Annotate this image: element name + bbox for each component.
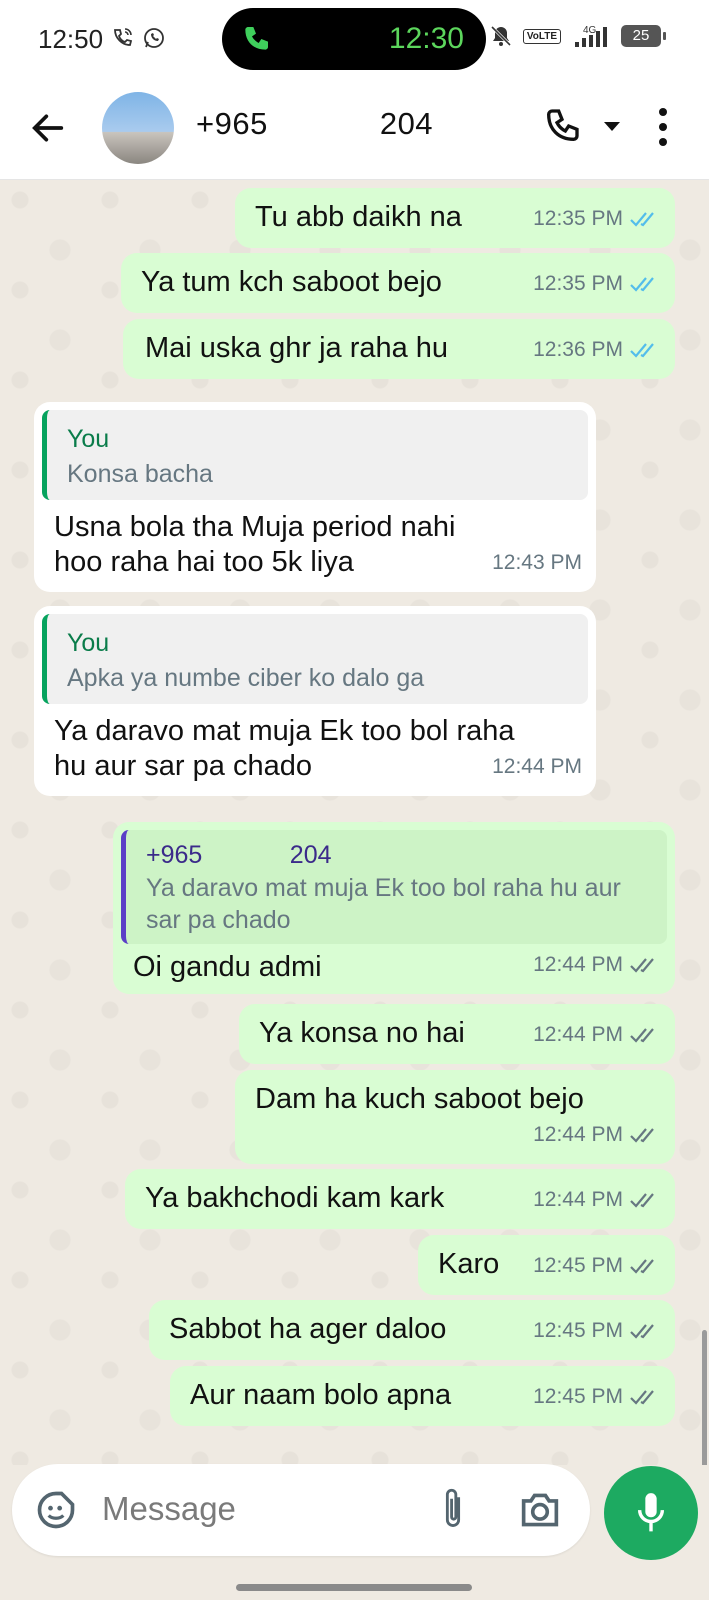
quoted-message[interactable]: +965 204 Ya daravo mat muja Ek too bol r… — [121, 830, 667, 944]
attach-icon[interactable] — [436, 1486, 470, 1534]
message-time: 12:45 PM — [533, 1254, 623, 1277]
scrollbar[interactable] — [702, 1330, 707, 1465]
battery-icon: 25 — [621, 25, 666, 47]
message-meta: 12:45 PM — [533, 1379, 661, 1414]
chat-area[interactable]: Tu abb daikh na 12:35 PM Ya tum kch sabo… — [0, 180, 709, 1465]
emoji-sticker-icon[interactable] — [34, 1488, 78, 1532]
message-bubble[interactable]: Dam ha kuch saboot bejo 12:44 PM — [235, 1070, 675, 1164]
message-meta: 12:35 PM — [533, 266, 661, 301]
message-bubble[interactable]: Ya bakhchodi kam kark 12:44 PM — [125, 1169, 675, 1229]
message-time: 12:45 PM — [533, 1319, 623, 1342]
status-bar: 12:50 12:30 VoLTE 4G 25 — [0, 0, 709, 78]
message-time: 12:43 PM — [492, 551, 582, 574]
voice-message-button[interactable] — [604, 1466, 698, 1560]
message-input[interactable]: Message — [102, 1490, 236, 1528]
network-type: 4G — [583, 25, 597, 36]
more-icon[interactable] — [656, 104, 670, 150]
message-meta: 12:43 PM — [492, 545, 582, 580]
phone-icon — [245, 27, 268, 50]
message-time: 12:44 PM — [533, 1123, 623, 1146]
delivered-ticks-icon — [630, 1192, 654, 1208]
message-meta: 12:44 PM — [533, 947, 661, 982]
message-meta: 12:45 PM — [533, 1313, 661, 1348]
message-meta: 12:44 PM — [492, 749, 582, 784]
message-bubble[interactable]: Ya tum kch saboot bejo 12:35 PM — [121, 253, 675, 313]
whatsapp-icon — [144, 28, 164, 48]
message-bubble[interactable]: Ya konsa no hai 12:44 PM — [239, 1004, 675, 1064]
back-arrow-icon[interactable] — [28, 108, 68, 148]
message-bubble[interactable]: Sabbot ha ager daloo 12:45 PM — [149, 1300, 675, 1360]
call-duration: 12:30 — [388, 22, 464, 55]
message-time: 12:35 PM — [533, 207, 623, 230]
quoted-sender: You — [67, 629, 110, 657]
message-meta: 12:45 PM — [533, 1248, 661, 1283]
quoted-message[interactable]: You Konsa bacha — [42, 410, 588, 500]
message-time: 12:44 PM — [492, 755, 582, 778]
delivered-ticks-icon — [630, 1127, 654, 1143]
message-meta: 12:44 PM — [533, 1182, 661, 1217]
home-indicator[interactable] — [236, 1584, 472, 1591]
ongoing-call-pill[interactable]: 12:30 — [222, 8, 486, 70]
quoted-text: Apka ya numbe ciber ko dalo ga — [67, 664, 425, 692]
quoted-sender: +965 204 — [146, 841, 332, 869]
quoted-message[interactable]: You Apka ya numbe ciber ko dalo ga — [42, 614, 588, 704]
message-bubble[interactable]: Karo 12:45 PM — [418, 1235, 675, 1295]
read-ticks-icon — [630, 211, 654, 227]
delivered-ticks-icon — [630, 1323, 654, 1339]
quoted-sender: You — [67, 425, 110, 453]
delivered-ticks-icon — [630, 1389, 654, 1405]
mute-bell-icon — [490, 25, 511, 47]
delivered-ticks-icon — [630, 1258, 654, 1274]
wifi-call-icon — [114, 28, 133, 46]
message-time: 12:44 PM — [533, 1023, 623, 1046]
dropdown-icon[interactable] — [602, 118, 622, 134]
status-time: 12:50 — [38, 24, 104, 54]
avatar[interactable] — [102, 92, 174, 164]
status-left-icons — [110, 26, 166, 50]
camera-icon[interactable] — [518, 1490, 562, 1530]
message-time: 12:44 PM — [533, 953, 623, 976]
read-ticks-icon — [630, 342, 654, 358]
delivered-ticks-icon — [630, 1027, 654, 1043]
message-time: 12:45 PM — [533, 1385, 623, 1408]
volte-badge: VoLTE — [522, 28, 561, 44]
signal-icon: 4G — [575, 25, 607, 47]
message-meta: 12:44 PM — [533, 1117, 661, 1152]
mic-icon — [637, 1493, 665, 1532]
contact-name[interactable]: +965 204 — [196, 106, 433, 142]
quoted-text: Konsa bacha — [67, 460, 213, 488]
message-time: 12:44 PM — [533, 1188, 623, 1211]
message-composer[interactable]: Message — [12, 1464, 590, 1556]
message-text: Dam ha kuch saboot bejo — [255, 1083, 584, 1115]
message-bubble[interactable]: You Konsa bacha Usna bola tha Muja perio… — [34, 402, 596, 592]
message-meta: 12:44 PM — [533, 1017, 661, 1052]
message-bubble[interactable]: Mai uska ghr ja raha hu 12:36 PM — [123, 319, 675, 379]
message-meta: 12:36 PM — [533, 332, 661, 367]
message-bubble[interactable]: Tu abb daikh na 12:35 PM — [235, 188, 675, 248]
call-icon[interactable] — [542, 106, 582, 146]
message-bubble[interactable]: +965 204 Ya daravo mat muja Ek too bol r… — [113, 822, 675, 994]
message-bubble[interactable]: Aur naam bolo apna 12:45 PM — [170, 1366, 675, 1426]
quoted-text: Ya daravo mat muja Ek too bol raha hu au… — [146, 874, 621, 934]
message-meta: 12:35 PM — [533, 201, 661, 236]
message-bubble[interactable]: You Apka ya numbe ciber ko dalo ga Ya da… — [34, 606, 596, 796]
message-time: 12:36 PM — [533, 338, 623, 361]
status-right-icons: VoLTE 4G 25 — [489, 24, 666, 48]
chat-header: +965 204 — [0, 78, 709, 180]
read-ticks-icon — [630, 276, 654, 292]
message-time: 12:35 PM — [533, 272, 623, 295]
delivered-ticks-icon — [630, 957, 654, 973]
